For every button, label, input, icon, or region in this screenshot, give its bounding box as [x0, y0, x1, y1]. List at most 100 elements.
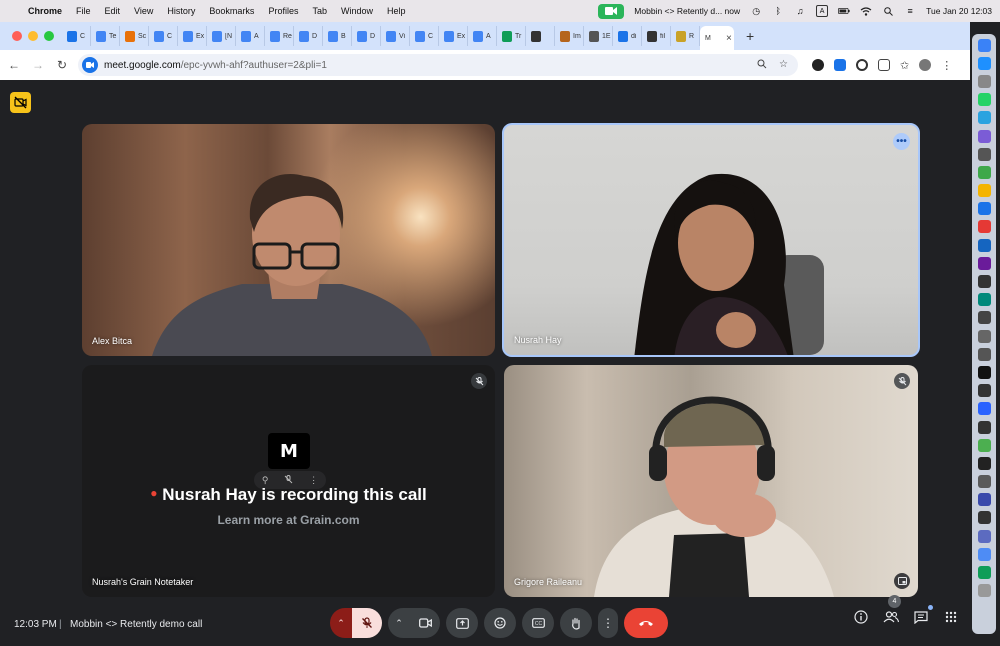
participant-tile-nusrah[interactable]: ••• Nusrah Hay: [502, 123, 920, 357]
dock-app-icon[interactable]: [977, 38, 991, 52]
dock-app-icon[interactable]: [977, 475, 991, 489]
dock-app-icon[interactable]: [977, 456, 991, 470]
browser-tab[interactable]: A: [236, 26, 265, 46]
profile-avatar[interactable]: [919, 59, 932, 71]
battery-icon[interactable]: [838, 5, 850, 17]
reactions-button[interactable]: [484, 608, 516, 638]
dock-app-icon[interactable]: [977, 147, 991, 161]
browser-tab[interactable]: Sc: [120, 26, 149, 46]
dock-app-icon[interactable]: [977, 293, 991, 307]
browser-tab[interactable]: B: [323, 26, 352, 46]
video-options-chevron-icon[interactable]: ⌃: [388, 608, 410, 638]
browser-tab[interactable]: A: [468, 26, 497, 46]
wifi-icon[interactable]: [860, 5, 872, 17]
recording-indicator[interactable]: [10, 92, 31, 113]
menu-app-name[interactable]: Chrome: [28, 6, 62, 16]
close-tab-icon[interactable]: ×: [726, 33, 732, 44]
input-source-indicator[interactable]: A: [816, 5, 829, 17]
extension-ring-icon[interactable]: [856, 59, 868, 71]
dock-app-icon[interactable]: [977, 529, 991, 543]
menu-tab[interactable]: Tab: [312, 6, 327, 16]
extensions-puzzle-icon[interactable]: [878, 59, 890, 71]
dock-app-icon[interactable]: [977, 547, 991, 561]
minimize-window-button[interactable]: [28, 31, 38, 41]
zoom-window-button[interactable]: [44, 31, 54, 41]
menu-edit[interactable]: Edit: [105, 6, 121, 16]
meet-status-icon[interactable]: [598, 3, 625, 19]
dock-app-icon[interactable]: [977, 275, 991, 289]
browser-tab[interactable]: Re: [265, 26, 294, 46]
camera-button[interactable]: [410, 608, 440, 638]
dock-app-icon[interactable]: [977, 238, 991, 252]
dock-app-icon[interactable]: [977, 329, 991, 343]
mic-off-button[interactable]: [352, 608, 382, 638]
dock-app-icon[interactable]: [977, 184, 991, 198]
chat-button[interactable]: [912, 605, 933, 626]
captions-button[interactable]: CC: [522, 608, 554, 638]
menu-bookmarks[interactable]: Bookmarks: [209, 6, 254, 16]
participant-tile-grigore[interactable]: Grigore Raileanu: [504, 365, 918, 597]
browser-tab[interactable]: C: [410, 26, 439, 46]
mute-participant-icon[interactable]: [284, 474, 293, 486]
dock-app-icon[interactable]: [977, 402, 991, 416]
menu-history[interactable]: History: [167, 6, 195, 16]
dock-app-icon[interactable]: [977, 438, 991, 452]
clock-history-icon[interactable]: ◷: [750, 5, 762, 17]
dock-app-icon[interactable]: [977, 493, 991, 507]
dock-app-icon[interactable]: [977, 129, 991, 143]
dock-app-icon[interactable]: [977, 56, 991, 70]
menu-profiles[interactable]: Profiles: [268, 6, 298, 16]
site-info-icon[interactable]: [82, 57, 98, 73]
headphones-icon[interactable]: ♫: [794, 5, 806, 17]
dock-app-icon[interactable]: [977, 220, 991, 234]
dock-app-icon[interactable]: [977, 384, 991, 398]
dock-app-icon[interactable]: [977, 584, 991, 598]
leave-call-button[interactable]: [624, 608, 668, 638]
dock-app-icon[interactable]: [977, 311, 991, 325]
more-options-button[interactable]: ⋮: [598, 608, 618, 638]
browser-tab[interactable]: D: [294, 26, 323, 46]
browser-tab[interactable]: C: [149, 26, 178, 46]
browser-tab[interactable]: C: [62, 26, 91, 46]
dock-app-icon[interactable]: [977, 365, 991, 379]
address-bar[interactable]: meet.google.com /epc-yvwh-ahf?authuser=2…: [78, 54, 798, 76]
menu-file[interactable]: File: [76, 6, 91, 16]
extension-grain-icon[interactable]: [812, 59, 824, 71]
menu-view[interactable]: View: [134, 6, 153, 16]
bookmark-star-icon[interactable]: ☆: [779, 59, 788, 72]
browser-tab[interactable]: Îm: [555, 26, 584, 46]
dock-app-icon[interactable]: [977, 256, 991, 270]
close-window-button[interactable]: [12, 31, 22, 41]
pin-icon[interactable]: ⚲: [262, 475, 269, 486]
notification-text[interactable]: Mobbin <> Retently d... now: [634, 6, 740, 16]
menu-window[interactable]: Window: [341, 6, 373, 16]
dock-app-icon[interactable]: [977, 202, 991, 216]
dock-app-icon[interactable]: [977, 165, 991, 179]
browser-tab[interactable]: Tr: [497, 26, 526, 46]
dock-app-icon[interactable]: [977, 111, 991, 125]
browser-tab[interactable]: [526, 26, 555, 46]
browser-tab[interactable]: 1E: [584, 26, 613, 46]
browser-tab[interactable]: Ex: [439, 26, 468, 46]
dock-app-icon[interactable]: [977, 93, 991, 107]
menu-help[interactable]: Help: [387, 6, 406, 16]
raise-hand-button[interactable]: [560, 608, 592, 638]
reload-button[interactable]: ↻: [52, 58, 72, 72]
participant-tile-alex[interactable]: Alex Bitca: [82, 124, 495, 356]
dock-app-icon[interactable]: [977, 74, 991, 88]
dock-app-icon[interactable]: [977, 347, 991, 361]
tile-more-options-icon[interactable]: •••: [893, 133, 910, 150]
more-options-icon[interactable]: ⋮: [309, 475, 318, 486]
chrome-menu-icon[interactable]: ⋮: [941, 59, 952, 72]
forward-button[interactable]: →: [28, 58, 48, 72]
extension-blue-icon[interactable]: [834, 59, 846, 71]
reading-list-icon[interactable]: ✩: [900, 59, 909, 72]
dock-app-icon[interactable]: [977, 566, 991, 580]
browser-tab[interactable]: di: [613, 26, 642, 46]
activities-button[interactable]: [942, 608, 960, 626]
browser-tab[interactable]: Te: [91, 26, 120, 46]
browser-tab[interactable]: [N: [207, 26, 236, 46]
search-icon[interactable]: [882, 5, 894, 17]
back-button[interactable]: ←: [4, 58, 24, 72]
audio-options-chevron-icon[interactable]: ⌃: [330, 608, 352, 638]
